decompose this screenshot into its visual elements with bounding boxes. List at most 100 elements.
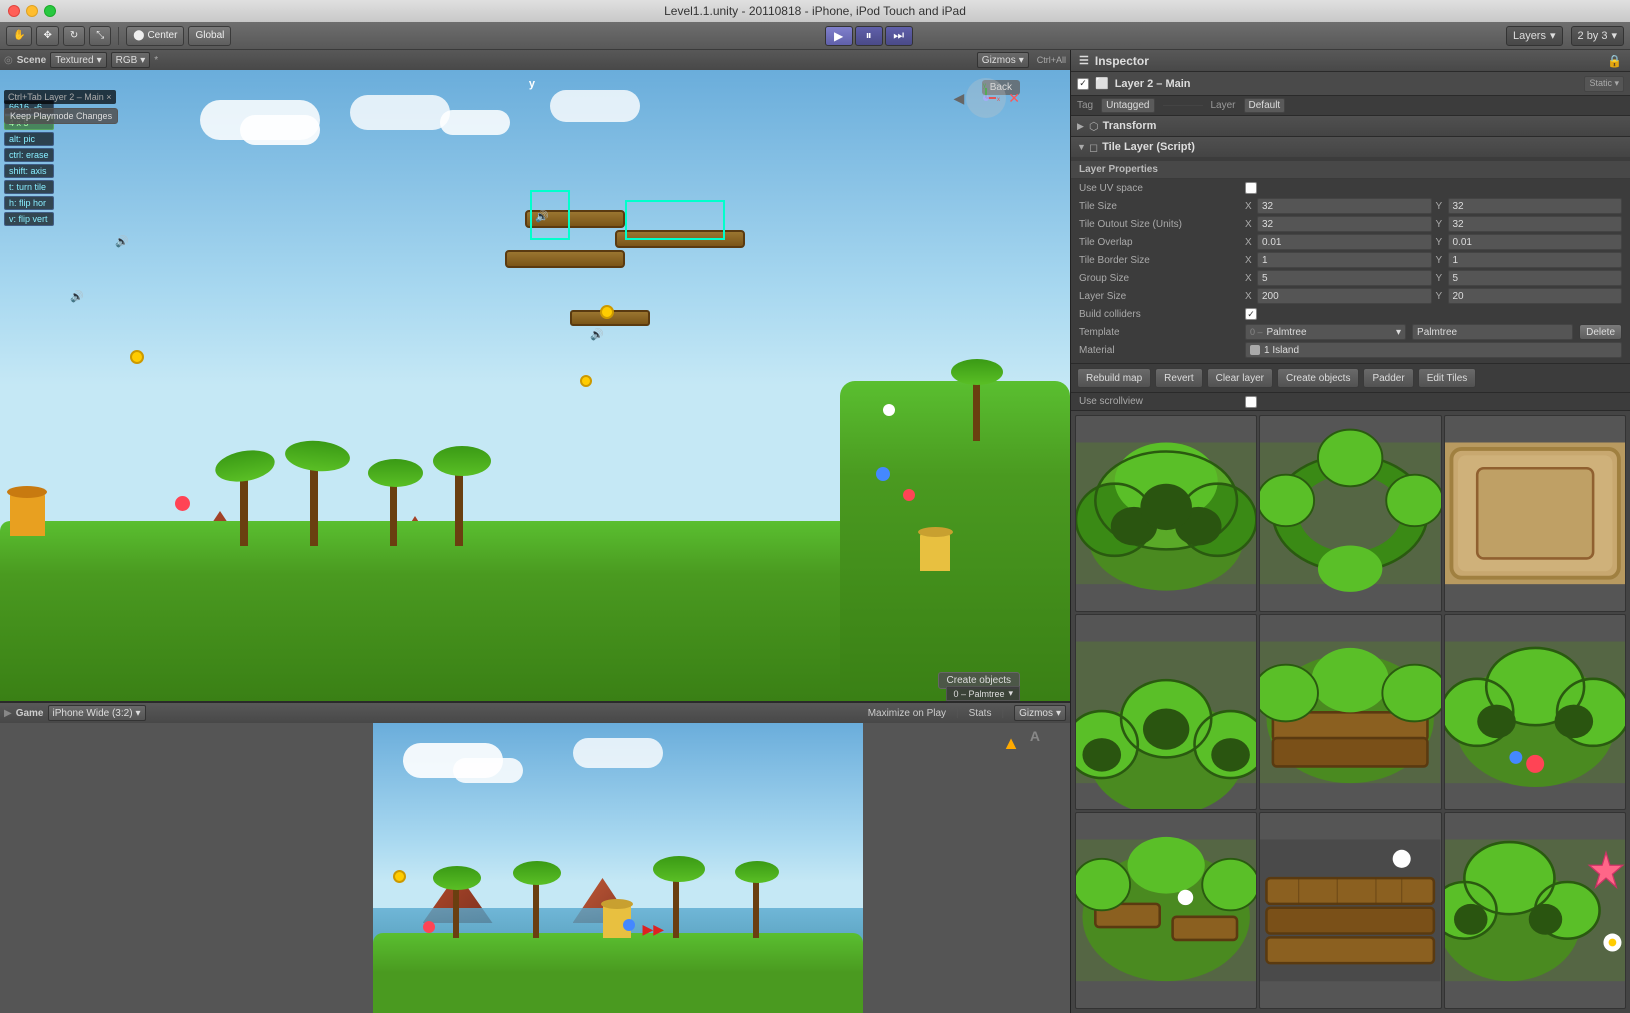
flip-hor-btn[interactable]: h: flip hor [4,196,54,210]
shift-axis-btn[interactable]: shift: axis [4,164,54,178]
layer-size-y-coord: Y 20 [1436,288,1623,304]
tile-overlap-x-input[interactable]: 0.01 [1257,234,1432,250]
tile-size-x-input[interactable]: 32 [1257,198,1432,214]
alt-pick-btn[interactable]: alt: pic [4,132,54,146]
tile-item-5[interactable] [1444,614,1626,811]
scene-tab-label[interactable]: Scene [17,55,46,66]
traffic-lights [8,5,56,17]
game-tab-label[interactable]: Game [16,708,44,719]
coin-2 [130,350,144,364]
material-icon [1250,345,1260,355]
tile-output-y-input[interactable]: 32 [1448,216,1623,232]
game-coin [393,870,406,883]
tile-border-y-coord: Y 1 [1436,252,1623,268]
template-dropdown[interactable]: 0 – Palmtree ▾ [1245,324,1406,340]
space-dropdown[interactable]: Global [188,26,231,46]
layout-dropdown[interactable]: 2 by 3 ▾ [1571,26,1625,46]
layer-size-y-input[interactable]: 20 [1448,288,1623,304]
use-scrollview-checkbox[interactable] [1245,396,1257,408]
revert-button[interactable]: Revert [1155,368,1202,388]
palm-trunk-1 [240,466,248,546]
gizmos-dropdown[interactable]: Gizmos ▾ [977,52,1029,68]
render-mode-dropdown[interactable]: Textured ▾ [50,52,106,68]
layer-script-icon: ⬜ [1095,77,1109,90]
build-colliders-checkbox[interactable] [1245,308,1257,320]
close-button[interactable] [8,5,20,17]
tile-border-y-input[interactable]: 1 [1448,252,1623,268]
scene-ground-left [0,521,870,701]
tile-item-1[interactable] [1259,415,1441,612]
step-button[interactable]: ⏭ [885,26,913,46]
group-size-y-input[interactable]: 5 [1448,270,1623,286]
lock-icon[interactable]: 🔒 [1607,54,1622,68]
pause-button[interactable]: ⏸ [855,26,883,46]
tile-size-x-label: X [1245,201,1255,212]
tile-size-y-label: Y [1436,201,1446,212]
channel-dropdown[interactable]: RGB ▾ [111,52,151,68]
close-axis[interactable]: ✕ [1008,90,1020,107]
scene-options[interactable]: * [154,55,158,66]
tile-item-6[interactable] [1075,812,1257,1009]
character-1 [10,491,45,536]
game-gizmos-dropdown[interactable]: Gizmos ▾ [1014,705,1066,721]
play-button[interactable]: ▶ [825,26,853,46]
palm-trunk-5 [973,371,980,441]
create-objects-button[interactable]: Create objects [1277,368,1359,388]
maximize-play-btn[interactable]: Maximize on Play [868,708,946,719]
screen-size-dropdown[interactable]: iPhone Wide (3:2) ▾ [48,705,146,721]
palmtree-dropdown-overlay[interactable]: 0 – Palmtree ▾ [946,686,1020,701]
maximize-button[interactable] [44,5,56,17]
flip-vert-btn[interactable]: v: flip vert [4,212,54,226]
tile-overlap-y-input[interactable]: 0.01 [1448,234,1623,250]
char1-hat [7,486,47,498]
stats-btn[interactable]: Stats [969,708,992,719]
tile-item-0[interactable] [1075,415,1257,612]
game-ground [373,933,863,1013]
rebuild-map-button[interactable]: Rebuild map [1077,368,1151,388]
use-uv-checkbox[interactable] [1245,182,1257,194]
tile-border-x-input[interactable]: 1 [1257,252,1432,268]
tile-layer-header[interactable]: ▼ ◻ Tile Layer (Script) [1071,137,1630,157]
minimize-button[interactable] [26,5,38,17]
group-size-y-label: Y [1436,273,1446,284]
material-value[interactable]: 1 Island [1245,342,1622,358]
layer-active-checkbox[interactable] [1077,78,1089,90]
speaker-icon-1: 🔊 [70,290,84,303]
tile-item-3[interactable] [1075,614,1257,811]
ctrl-erase-btn[interactable]: ctrl: erase [4,148,54,162]
move-tool-button[interactable]: ✥ [36,26,58,46]
template-dropdown-arrow: ▾ [1396,327,1401,338]
cloud-4 [440,110,510,135]
template-name-field[interactable]: Palmtree [1412,324,1573,340]
pivot-dropdown[interactable]: ⬤ Center [126,26,184,46]
playmode-button[interactable]: Keep Playmode Changes [4,108,118,124]
layers-dropdown[interactable]: Layers ▾ [1506,26,1563,46]
axis-gizmo[interactable]: x y [966,78,1006,118]
layer-size-values: X 200 Y 20 [1245,288,1622,304]
tile-size-y-input[interactable]: 32 [1448,198,1623,214]
layer-size-x-input[interactable]: 200 [1257,288,1432,304]
padder-button[interactable]: Padder [1363,368,1413,388]
scene-canvas[interactable]: 🔊 🔊 🔊 🔊 [0,70,1070,701]
edit-tiles-button[interactable]: Edit Tiles [1418,368,1477,388]
tile-item-7[interactable] [1259,812,1441,1009]
tile-output-x-input[interactable]: 32 [1257,216,1432,232]
delete-template-button[interactable]: Delete [1579,324,1622,340]
static-dropdown[interactable]: Static ▾ [1584,76,1624,92]
clear-layer-button[interactable]: Clear layer [1207,368,1273,388]
tag-dropdown[interactable]: Untagged [1101,98,1154,113]
tile-item-2[interactable] [1444,415,1626,612]
layer-properties-header: Layer Properties [1071,161,1630,179]
svg-text:x: x [997,97,1000,103]
layer-value-dropdown[interactable]: Default [1244,98,1286,113]
tile-border-x-label: X [1245,255,1255,266]
group-size-x-input[interactable]: 5 [1257,270,1432,286]
prev-axis[interactable]: ◀ [953,90,964,107]
rotate-tool-button[interactable]: ↻ [63,26,85,46]
tile-item-4[interactable] [1259,614,1441,811]
transform-header[interactable]: ▶ ⬡ Transform [1071,116,1630,136]
tile-item-8[interactable] [1444,812,1626,1009]
scale-tool-button[interactable]: ⤡ [89,26,111,46]
hand-tool-button[interactable]: ✋ [6,26,32,46]
turn-tile-btn[interactable]: t: turn tile [4,180,54,194]
